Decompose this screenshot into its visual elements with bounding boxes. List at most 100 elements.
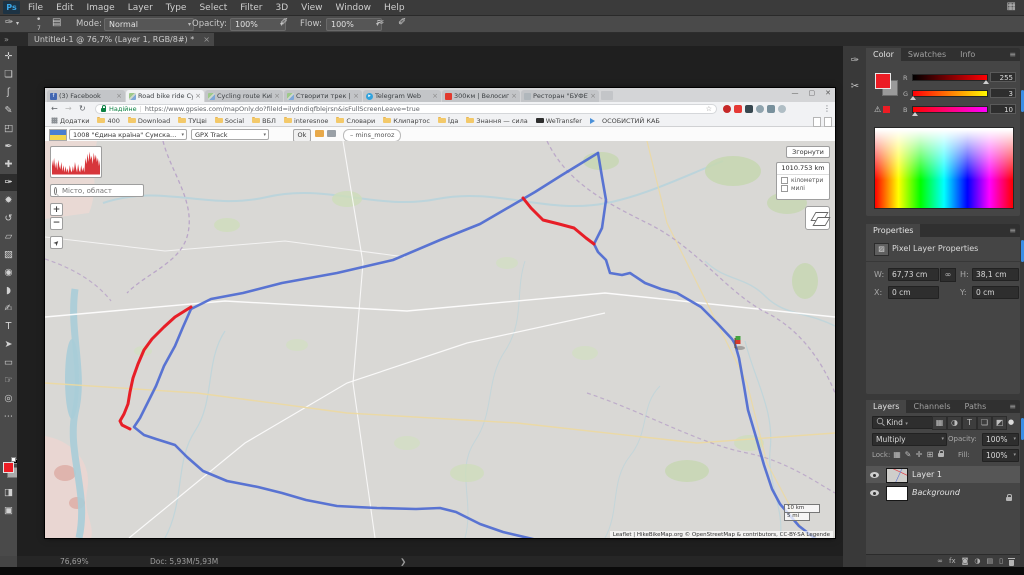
layer-row-background[interactable]: Background — [866, 484, 1020, 501]
green-slider-thumb[interactable] — [910, 96, 916, 100]
tab-color-info[interactable]: Info — [953, 48, 982, 61]
layer-thumbnail[interactable] — [886, 468, 908, 483]
toolbar-collapse-icon[interactable]: » — [4, 35, 9, 44]
elevation-profile-thumbnail[interactable] — [50, 146, 102, 178]
bookmark-folder[interactable]: Social — [215, 117, 244, 125]
bookmark-star-icon[interactable]: ☆ — [706, 105, 712, 113]
browser-tab[interactable]: Cycling route Київ | 400× — [205, 90, 283, 102]
forward-icon[interactable]: → — [65, 104, 72, 113]
tab-layers-layers[interactable]: Layers — [866, 400, 906, 413]
adjustment-layer-icon[interactable]: ◑ — [974, 555, 980, 567]
type-tool[interactable]: T — [0, 318, 17, 335]
red-slider[interactable] — [912, 74, 988, 81]
document-tab[interactable]: Untitled-1 @ 76,7% (Layer 1, RGB/8#) * × — [28, 33, 214, 46]
bookmark-folder[interactable]: Download — [128, 117, 170, 125]
tab-close-icon[interactable]: × — [116, 92, 122, 100]
pen-tool[interactable]: ✍ — [0, 300, 17, 317]
pixel-layer-filter-icon[interactable]: ▦ — [932, 416, 947, 430]
brush-tool-preset-icon[interactable]: ✑ — [5, 17, 13, 28]
tab-properties[interactable]: Properties — [866, 224, 920, 237]
miles-checkbox[interactable] — [781, 185, 788, 192]
pressure-size-icon[interactable]: ✐ — [398, 17, 406, 28]
bookmark-cabinet[interactable]: ОСОБИСТИЙ КАБ — [590, 117, 660, 125]
tab-layers-paths[interactable]: Paths — [958, 400, 994, 413]
rectangle-tool[interactable]: ▭ — [0, 354, 17, 371]
bookmark-page-icon[interactable] — [824, 117, 832, 127]
layer-row-layer1[interactable]: Layer 1 — [866, 466, 1020, 483]
healing-brush-tool[interactable]: ✚ — [0, 156, 17, 173]
search-input[interactable] — [60, 186, 140, 196]
status-expand-icon[interactable]: ❯ — [400, 556, 406, 567]
blend-mode-select[interactable]: Multiply▾ — [872, 433, 947, 446]
bookmark-folder[interactable]: Знання — сила — [466, 117, 527, 125]
menu-image[interactable]: Image — [87, 3, 115, 13]
history-brush-tool[interactable]: ↺ — [0, 210, 17, 227]
lock-pixels-icon[interactable]: ✎ — [903, 449, 913, 460]
map-layers-button[interactable] — [805, 206, 830, 230]
new-layer-icon[interactable]: ▯ — [999, 555, 1003, 567]
move-tool[interactable]: ✛ — [0, 48, 17, 65]
green-value-field[interactable]: 3 — [990, 88, 1016, 98]
toggle-brush-panel-icon[interactable]: ▤ — [52, 17, 61, 28]
adblock-extension-icon[interactable] — [723, 105, 731, 113]
dark-extension-icon[interactable] — [745, 105, 753, 113]
back-icon[interactable]: ← — [51, 104, 58, 113]
bookmark-page-icon[interactable] — [813, 117, 821, 127]
window-minimize-icon[interactable]: — — [792, 89, 799, 97]
airbrush-icon[interactable]: ≈ — [376, 17, 384, 28]
menu-type[interactable]: Type — [166, 3, 187, 13]
adjustment-layer-filter-icon[interactable]: ◑ — [947, 416, 962, 430]
layer-group-icon[interactable]: ▤ — [987, 555, 994, 567]
panel-menu-icon[interactable]: ≡ — [1009, 400, 1016, 413]
quick-mask-icon[interactable]: ◨ — [0, 484, 17, 501]
bookmark-folder[interactable]: ВБЛ — [252, 117, 276, 125]
brush-presets-panel-icon[interactable]: ✑ — [848, 54, 862, 68]
window-maximize-icon[interactable]: ▢ — [809, 89, 816, 97]
shape-layer-filter-icon[interactable]: ❏ — [977, 416, 992, 430]
menu-edit[interactable]: Edit — [56, 3, 73, 13]
green-slider[interactable] — [912, 90, 988, 97]
tab-close-icon[interactable]: × — [511, 92, 517, 100]
marquee-tool[interactable]: ❏ — [0, 66, 17, 83]
menu-help[interactable]: Help — [384, 3, 405, 13]
tab-close-icon[interactable]: × — [432, 92, 438, 100]
zoom-out-button[interactable]: − — [50, 217, 63, 230]
lock-position-icon[interactable]: ✛ — [914, 449, 924, 460]
new-tab-button[interactable] — [601, 91, 613, 100]
red-value-field[interactable]: 255 — [990, 72, 1016, 82]
menu-filter[interactable]: Filter — [240, 3, 262, 13]
delete-layer-icon[interactable] — [1009, 560, 1014, 566]
eyedropper-tool[interactable]: ✒ — [0, 138, 17, 155]
light-extension-icon[interactable] — [778, 105, 786, 113]
track-type-select[interactable]: GPX Track▾ — [191, 129, 269, 140]
browser-menu-icon[interactable]: ⋮ — [823, 104, 831, 113]
tab-color-color[interactable]: Color — [866, 48, 901, 61]
layer-opacity-field[interactable]: 100%▾ — [982, 433, 1019, 446]
miles-option[interactable]: милі — [777, 184, 829, 193]
red-slider-thumb[interactable] — [983, 80, 989, 84]
quick-selection-tool[interactable]: ✎ — [0, 102, 17, 119]
zoom-in-button[interactable]: + — [50, 203, 63, 216]
eraser-tool[interactable]: ▱ — [0, 228, 17, 245]
layer-name[interactable]: Background — [912, 484, 960, 501]
layer-effects-icon[interactable]: fx — [949, 555, 956, 567]
y-field[interactable]: 0 cm — [972, 286, 1019, 299]
canvas-document[interactable]: f(3) Facebook×Road bike ride Сумы | 10×C… — [45, 88, 835, 538]
edit-toolbar[interactable]: ⋯ — [0, 408, 17, 425]
layer-name[interactable]: Layer 1 — [912, 466, 942, 483]
menu-file[interactable]: File — [28, 3, 43, 13]
link-layers-icon[interactable]: ∞ — [937, 555, 943, 567]
locate-button[interactable]: ➤ — [50, 236, 63, 249]
blue-value-field[interactable]: 10 — [990, 104, 1016, 114]
x-field[interactable]: 0 cm — [888, 286, 939, 299]
kilometers-option[interactable]: кілометри — [777, 175, 829, 184]
map-search-box[interactable] — [50, 184, 144, 197]
lock-all-icon[interactable] — [936, 449, 946, 460]
url-field[interactable]: Надійне | https://www.gpsies.com/mapOnly… — [95, 104, 717, 114]
user-chip[interactable]: – mins_moroz — [343, 129, 401, 142]
blue-slider-thumb[interactable] — [912, 112, 918, 116]
browser-tab[interactable]: ▸Telegram Web× — [363, 90, 441, 102]
red-extension-icon[interactable] — [734, 105, 742, 113]
bookmark-folder[interactable]: ТУЦві — [178, 117, 207, 125]
bookmark-folder[interactable]: 400 — [97, 117, 119, 125]
